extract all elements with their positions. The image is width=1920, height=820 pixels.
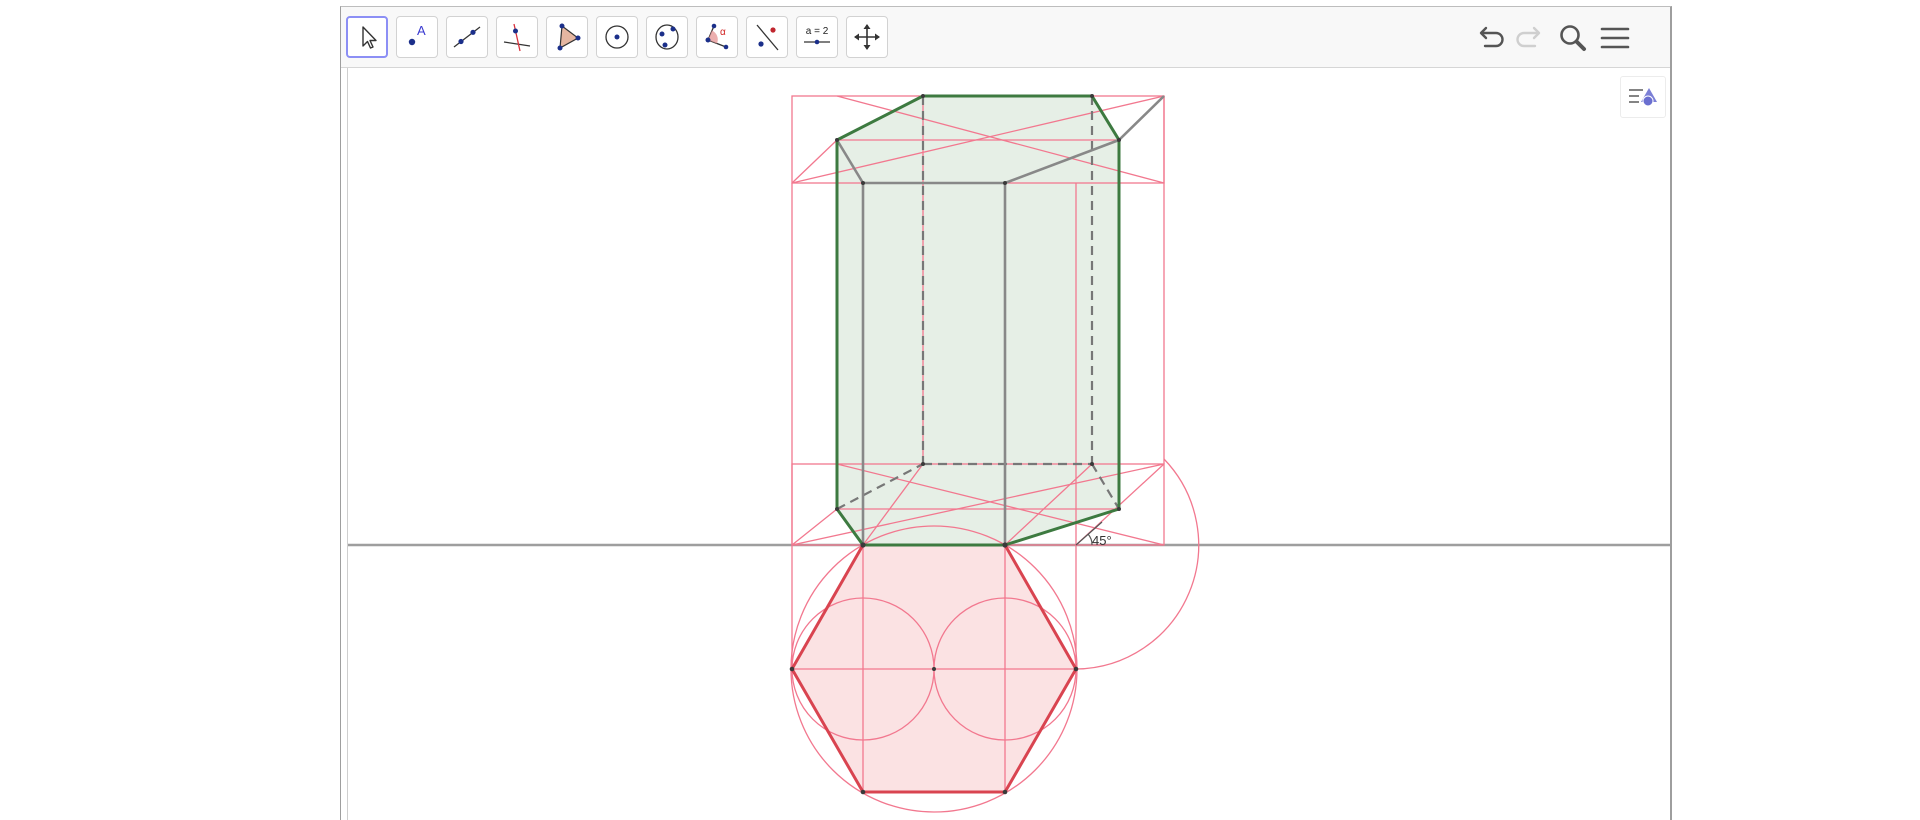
point-icon: A — [408, 23, 426, 46]
conic-tool-button[interactable] — [646, 16, 688, 58]
graphics-view[interactable]: 45° — [347, 68, 1670, 820]
circle-center-point-icon — [605, 25, 629, 49]
undo-icon — [1479, 26, 1504, 48]
angle-tool-button[interactable]: α — [696, 16, 738, 58]
circle-through-points-icon — [655, 24, 679, 50]
perpendicular-tool-button[interactable] — [496, 16, 538, 58]
main-menu-button[interactable] — [1597, 21, 1633, 55]
style-bar-toggle[interactable] — [1620, 76, 1666, 118]
geogebra-app: A α a = 2 45° — [340, 6, 1672, 820]
line-tool-button[interactable] — [446, 16, 488, 58]
reflect-tool-button[interactable] — [746, 16, 788, 58]
line-through-points-icon — [453, 26, 481, 48]
move-graphics-view-icon — [854, 24, 880, 50]
cursor-arrow-icon — [362, 26, 377, 49]
redo-icon — [1516, 26, 1541, 48]
search-icon — [1560, 25, 1586, 51]
polygon-tool-button[interactable] — [546, 16, 588, 58]
reflect-line-icon — [756, 24, 779, 51]
toolbar: A α a = 2 — [341, 7, 1670, 68]
construction-drawing[interactable] — [348, 68, 1670, 820]
move-view-tool-button[interactable] — [846, 16, 888, 58]
slider-tool-button[interactable]: a = 2 — [796, 16, 838, 58]
menu-icon — [1600, 27, 1630, 49]
polygon-icon — [557, 23, 581, 51]
style-bar-icon — [1629, 88, 1657, 107]
perpendicular-line-icon — [503, 23, 531, 52]
svg-text:A: A — [417, 23, 426, 38]
move-tool-button[interactable] — [346, 16, 388, 58]
angle-icon: α — [705, 23, 729, 50]
svg-text:a = 2: a = 2 — [806, 26, 829, 37]
point-tool-button[interactable]: A — [396, 16, 438, 58]
redo-button[interactable] — [1513, 21, 1549, 55]
search-button[interactable] — [1555, 21, 1591, 55]
angle-label: 45° — [1092, 533, 1112, 548]
svg-text:α: α — [720, 27, 726, 38]
slider-icon: a = 2 — [804, 26, 830, 45]
circle-tool-button[interactable] — [596, 16, 638, 58]
undo-button[interactable] — [1471, 21, 1507, 55]
